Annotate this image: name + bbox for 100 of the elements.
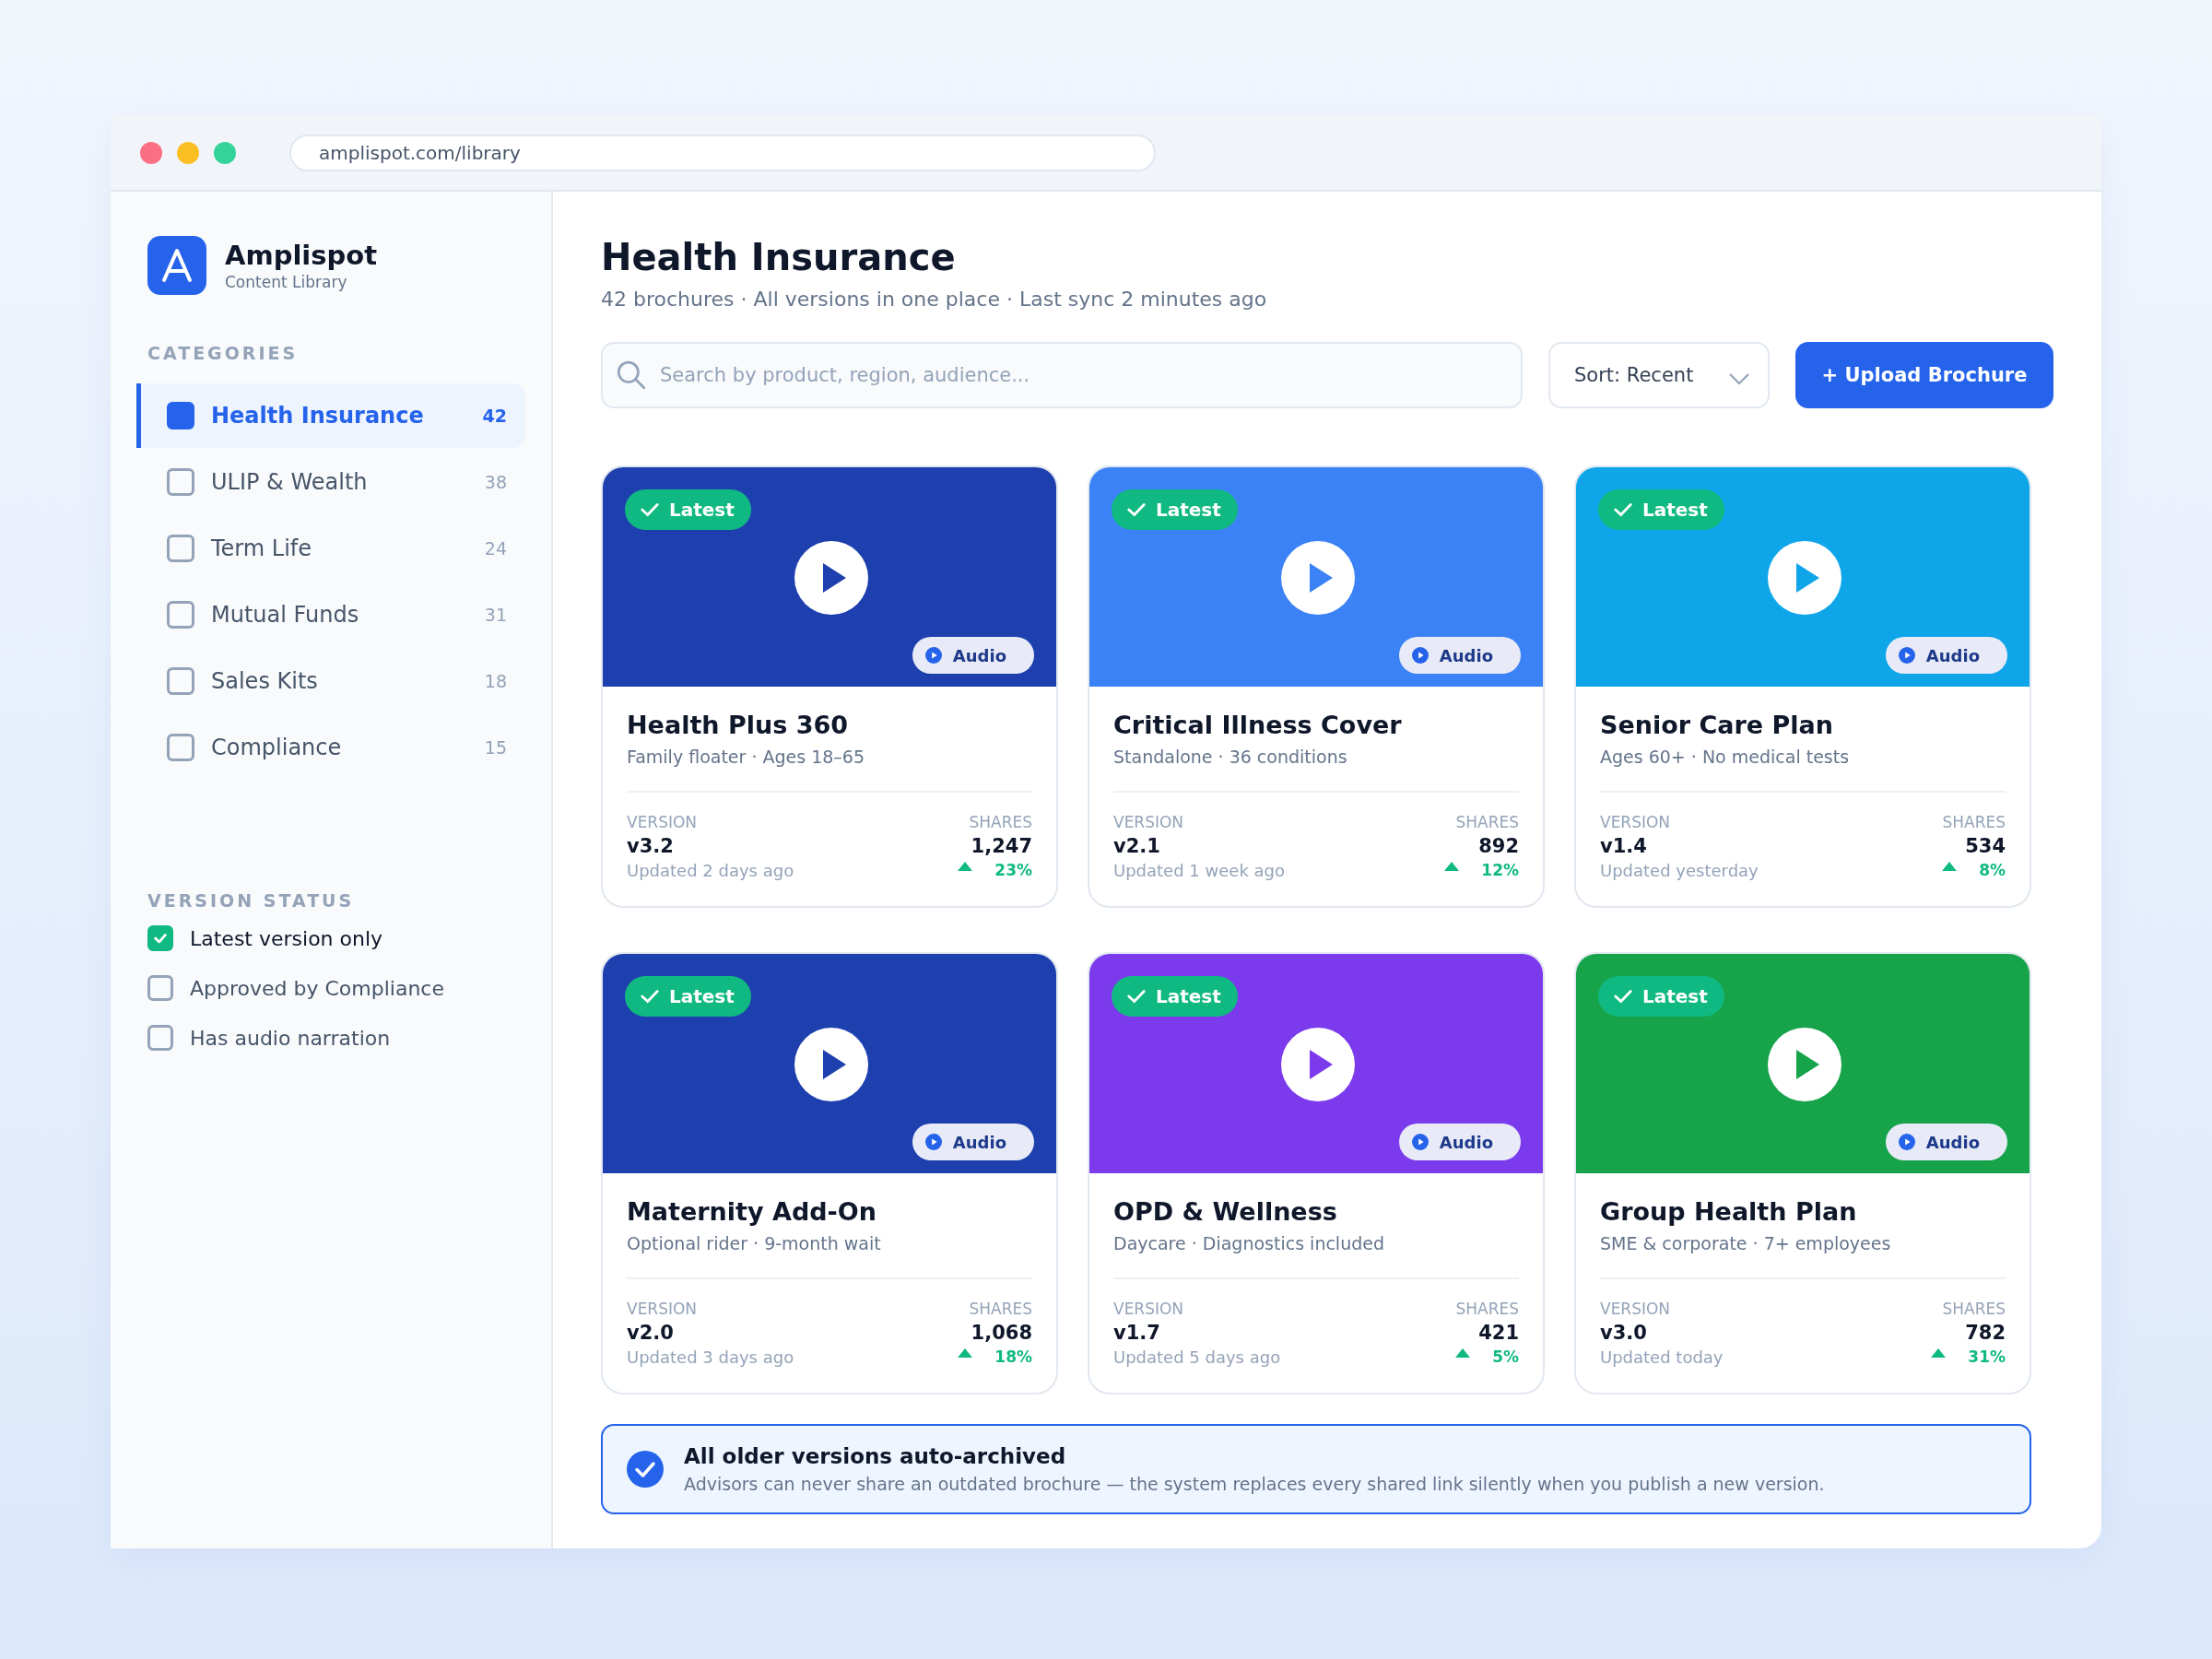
chevron-down-icon [1727,372,1751,385]
play-icon [924,1134,942,1150]
section-heading: CATEGORIES [147,343,300,363]
shares-label: SHARES [969,813,1032,831]
latest-badge: Latest [1598,976,1724,1017]
maximize-dot-icon[interactable] [214,141,236,164]
checkbox-icon [167,535,194,562]
shares-label: SHARES [1942,813,2006,831]
updated-text: Updated 2 days ago [627,861,794,880]
play-button[interactable] [1281,1028,1355,1101]
latest-badge: Latest [625,976,751,1017]
version-label: VERSION [627,1300,699,1318]
audio-button[interactable]: Audio [1885,1124,2007,1160]
card-title: Group Health Plan [1600,1197,1858,1226]
audio-button[interactable]: Audio [1398,637,1521,674]
shares-count: 534 [1965,835,2006,857]
checkbox[interactable] [147,975,173,1001]
shares-label: SHARES [1455,1300,1519,1318]
shares-count: 1,068 [971,1322,1032,1344]
audio-button[interactable]: Audio [912,637,1034,674]
updated-text: Updated 5 days ago [1113,1347,1281,1367]
up-arrow-icon [1444,862,1460,871]
search-field[interactable]: Search by product, region, audience... [601,342,1523,408]
updated-text: Updated 1 week ago [1113,861,1285,880]
address-bar[interactable]: amplispot.com/library [289,134,1156,171]
category-item[interactable]: Term Life 24 [136,516,525,581]
card-title: OPD & Wellness [1113,1197,1338,1226]
updated-text: Updated yesterday [1600,861,1759,880]
close-dot-icon[interactable] [140,141,162,164]
category-item[interactable]: ULIP & Wealth 38 [136,450,525,514]
checkbox-icon [167,468,194,496]
share-change: 5% [1492,1347,1519,1366]
filter-label: Approved by Compliance [190,976,444,1000]
share-change: 23% [994,861,1032,879]
check-circle-icon [627,1451,664,1488]
shares-count: 782 [1965,1322,2006,1344]
filter-label: Latest version only [190,926,383,950]
brochure-card[interactable]: Latest Audio Senior Care Plan Ages 60+ · No medical tests VERSION v1.4 Updated yesterday SHARES 534 8% [1574,465,2031,908]
shares-count: 421 [1478,1322,1519,1344]
latest-badge: Latest [1112,489,1238,530]
play-icon [1411,1134,1429,1150]
brochure-card[interactable]: Latest Audio Critical Illness Cover Standalone · 36 conditions VERSION v2.1 Updated 1 week ago SHARES 892 12% [1088,465,1545,908]
audio-button[interactable]: Audio [1885,637,2007,674]
brochure-card[interactable]: Latest Audio OPD & Wellness Daycare · Diagnostics included VERSION v1.7 Updated 5 days ago SHARES 421 5% [1088,952,1545,1394]
search-icon [616,359,647,391]
checkbox-icon [167,601,194,629]
version-label: VERSION [1600,1300,1672,1318]
checkbox-icon [167,402,194,429]
version-number: v3.0 [1600,1322,1648,1344]
play-icon [1898,647,1915,664]
up-arrow-icon [1931,1348,1947,1358]
version-label: VERSION [1113,813,1185,831]
brand-name: Amplispot [225,240,378,271]
audio-button[interactable]: Audio [1398,1124,1521,1160]
section-heading: VERSION STATUS [147,890,356,911]
version-label: VERSION [627,813,699,831]
updated-text: Updated 3 days ago [627,1347,794,1367]
card-subtitle: Ages 60+ · No medical tests [1600,747,1851,767]
play-icon [1411,647,1429,664]
card-title: Senior Care Plan [1600,711,1835,739]
play-button[interactable] [794,1028,868,1101]
category-item[interactable]: Health Insurance 42 [136,383,525,448]
version-number: v2.0 [627,1322,675,1344]
up-arrow-icon [1455,1348,1471,1358]
play-icon [924,647,942,664]
share-change: 12% [1481,861,1519,879]
brand-tagline: Content Library [225,273,348,291]
shares-count: 1,247 [971,835,1032,857]
category-item[interactable]: Mutual Funds 31 [136,582,525,647]
category-item[interactable]: Sales Kits 18 [136,649,525,713]
brochure-card[interactable]: Latest Audio Maternity Add-On Optional rider · 9-month wait VERSION v2.0 Updated 3 days ago SHARES 1,068 18% [601,952,1058,1394]
category-item[interactable]: Compliance 15 [136,715,525,780]
filter-label: Has audio narration [190,1026,391,1050]
checkbox[interactable] [147,925,173,951]
upload-button[interactable]: + Upload Brochure [1795,342,2053,408]
card-title: Critical Illness Cover [1113,711,1403,739]
shares-label: SHARES [1942,1300,2006,1318]
banner-text: Advisors can never share an outdated brochure — the system replaces every shared link silently when you publish a new version. [684,1474,1825,1494]
sort-dropdown[interactable]: Sort: Recent [1548,342,1770,408]
audio-button[interactable]: Audio [912,1124,1034,1160]
play-button[interactable] [1281,541,1355,615]
page-title: Health Insurance [601,236,957,278]
play-icon [1898,1134,1915,1150]
latest-badge: Latest [1112,976,1238,1017]
minimize-dot-icon[interactable] [177,141,199,164]
brochure-card[interactable]: Latest Audio Health Plus 360 Family floater · Ages 18–65 VERSION v3.2 Updated 2 days ago SHARES 1,247 23% [601,465,1058,908]
page-subtitle: 42 brochures · All versions in one place · Last sync 2 minutes ago [601,288,1268,311]
card-subtitle: SME & corporate · 7+ employees [1600,1233,1892,1253]
checkbox[interactable] [147,1025,173,1051]
play-button[interactable] [794,541,868,615]
latest-badge: Latest [1598,489,1724,530]
version-number: v1.4 [1600,835,1648,857]
brochure-card[interactable]: Latest Audio Group Health Plan SME & corporate · 7+ employees VERSION v3.0 Updated today SHARES 782 31% [1574,952,2031,1394]
up-arrow-icon [958,1348,973,1358]
checkbox-icon [167,667,194,695]
up-arrow-icon [1942,862,1958,871]
checkbox-icon [167,734,194,761]
updated-text: Updated today [1600,1347,1724,1367]
version-label: VERSION [1600,813,1672,831]
version-number: v1.7 [1113,1322,1161,1344]
